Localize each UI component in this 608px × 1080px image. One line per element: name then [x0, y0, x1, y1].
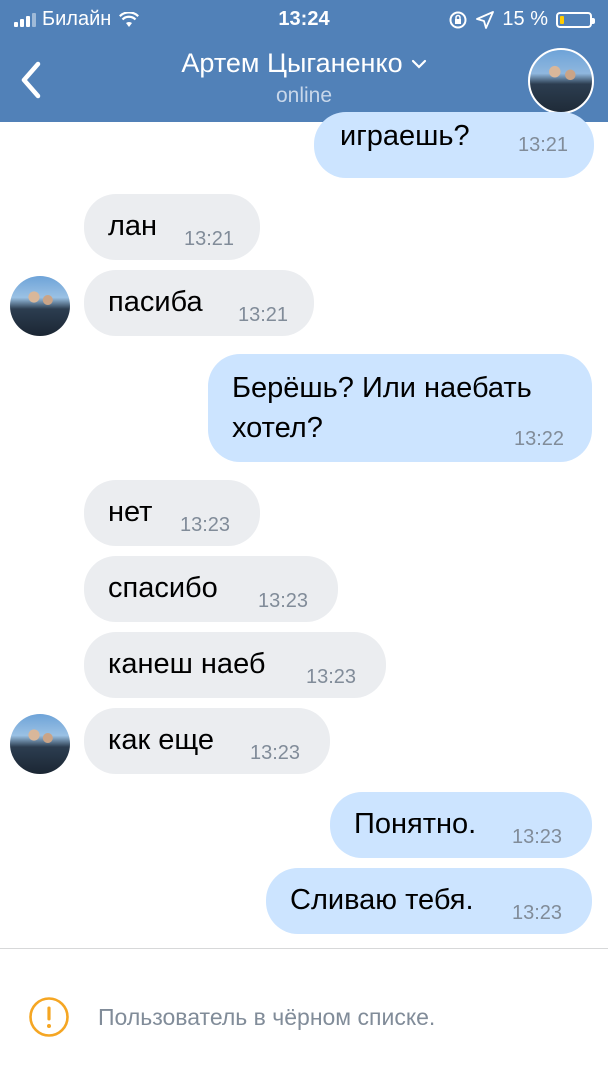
message-text: играешь?	[340, 120, 470, 152]
sender-avatar[interactable]	[10, 276, 70, 336]
message-bubble[interactable]: пасиба 13:21	[84, 270, 314, 336]
message-text: лан	[108, 210, 158, 242]
chat-header: Билайн 13:24 15 % Артем Цыганенко online	[0, 0, 608, 122]
chevron-down-icon	[411, 59, 426, 69]
message-bubble[interactable]: нет 13:23	[84, 480, 260, 546]
message-text: Берёшь? Или наебать	[232, 372, 532, 404]
message-time: 13:22	[514, 428, 565, 450]
message-bubble[interactable]: спасибо 13:23	[84, 556, 338, 622]
footer-divider	[0, 948, 608, 949]
message-time: 13:23	[250, 742, 301, 764]
message-time: 13:21	[518, 134, 569, 156]
message-text: спасибо	[108, 572, 218, 604]
message-text: как еще	[108, 724, 214, 756]
message-bubble[interactable]: Понятно. 13:23	[330, 792, 592, 858]
location-arrow-icon	[476, 10, 495, 29]
message-bubble[interactable]: Сливаю тебя. 13:23	[266, 868, 592, 934]
message-time: 13:23	[512, 902, 563, 924]
message-text-line2: хотел?	[232, 412, 323, 444]
battery-icon	[556, 11, 595, 28]
message-bubble[interactable]: канеш наеб 13:23	[84, 632, 386, 698]
message-bubble[interactable]: как еще 13:23	[84, 708, 330, 774]
status-bar: Билайн 13:24 15 %	[0, 0, 608, 40]
message-time: 13:23	[258, 590, 309, 612]
contact-name-button[interactable]: Артем Цыганенко	[0, 48, 608, 79]
message-bubble[interactable]: лан 13:21	[84, 194, 260, 260]
message-time: 13:21	[238, 304, 289, 326]
message-time: 13:21	[184, 228, 235, 250]
message-text: Сливаю тебя.	[290, 884, 474, 916]
battery-level	[560, 15, 564, 24]
message-bubble[interactable]: Берёшь? Или наебать хотел? 13:22	[208, 354, 592, 462]
message-text: пасиба	[108, 286, 203, 318]
message-bubble[interactable]: играешь? 13:21	[314, 112, 594, 178]
blocked-notice: Пользователь в чёрном списке.	[0, 990, 608, 1050]
message-text: канеш наеб	[108, 648, 266, 680]
message-time: 13:23	[512, 826, 563, 848]
sender-avatar[interactable]	[10, 714, 70, 774]
rotation-lock-icon	[449, 11, 467, 28]
warning-icon	[29, 997, 69, 1037]
battery-percent: 15 %	[502, 8, 548, 30]
message-time: 13:23	[306, 666, 357, 688]
message-text: нет	[108, 496, 153, 528]
blocked-text: Пользователь в чёрном списке.	[98, 1004, 436, 1030]
message-time: 13:23	[180, 514, 231, 536]
header-avatar[interactable]	[528, 48, 594, 114]
message-text: Понятно.	[354, 808, 477, 840]
message-list[interactable]: играешь? 13:21 лан 13:21 пасиба 13:21 Бе…	[0, 112, 608, 950]
contact-status: online	[275, 84, 333, 107]
contact-name: Артем Цыганенко	[181, 48, 403, 78]
